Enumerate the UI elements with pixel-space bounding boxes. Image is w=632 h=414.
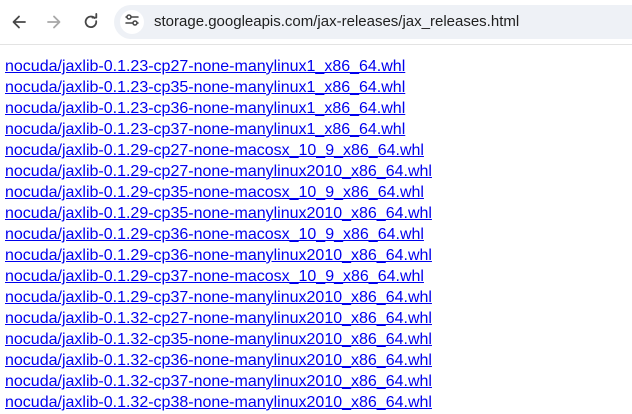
back-arrow-icon	[10, 13, 28, 31]
browser-toolbar: storage.googleapis.com/jax-releases/jax_…	[0, 0, 632, 45]
back-button[interactable]	[5, 8, 33, 36]
file-link[interactable]: nocuda/jaxlib-0.1.29-cp37-none-manylinux…	[5, 287, 632, 308]
file-link[interactable]: nocuda/jaxlib-0.1.29-cp27-none-macosx_10…	[5, 140, 632, 161]
site-info-button[interactable]	[120, 10, 144, 34]
file-link[interactable]: nocuda/jaxlib-0.1.29-cp37-none-macosx_10…	[5, 266, 632, 287]
file-link[interactable]: nocuda/jaxlib-0.1.29-cp27-none-manylinux…	[5, 161, 632, 182]
tune-icon	[124, 12, 140, 33]
file-link[interactable]: nocuda/jaxlib-0.1.23-cp37-none-manylinux…	[5, 119, 632, 140]
file-link[interactable]: nocuda/jaxlib-0.1.23-cp27-none-manylinux…	[5, 56, 632, 77]
file-link[interactable]: nocuda/jaxlib-0.1.29-cp36-none-manylinux…	[5, 245, 632, 266]
file-link[interactable]: nocuda/jaxlib-0.1.32-cp37-none-manylinux…	[5, 371, 632, 392]
file-link[interactable]: nocuda/jaxlib-0.1.32-cp38-none-manylinux…	[5, 392, 632, 413]
address-bar[interactable]: storage.googleapis.com/jax-releases/jax_…	[114, 5, 632, 39]
forward-button[interactable]	[40, 8, 68, 36]
reload-button[interactable]	[77, 8, 105, 36]
file-link[interactable]: nocuda/jaxlib-0.1.29-cp35-none-macosx_10…	[5, 182, 632, 203]
file-link[interactable]: nocuda/jaxlib-0.1.29-cp36-none-macosx_10…	[5, 224, 632, 245]
forward-arrow-icon	[45, 13, 63, 31]
file-link[interactable]: nocuda/jaxlib-0.1.32-cp27-none-manylinux…	[5, 308, 632, 329]
file-link[interactable]: nocuda/jaxlib-0.1.23-cp35-none-manylinux…	[5, 77, 632, 98]
url-text[interactable]: storage.googleapis.com/jax-releases/jax_…	[154, 5, 519, 39]
file-link[interactable]: nocuda/jaxlib-0.1.32-cp35-none-manylinux…	[5, 329, 632, 350]
file-link[interactable]: nocuda/jaxlib-0.1.29-cp35-none-manylinux…	[5, 203, 632, 224]
file-link[interactable]: nocuda/jaxlib-0.1.23-cp36-none-manylinux…	[5, 98, 632, 119]
file-listing: nocuda/jaxlib-0.1.23-cp27-none-manylinux…	[5, 56, 632, 413]
reload-icon	[82, 13, 100, 31]
file-link[interactable]: nocuda/jaxlib-0.1.32-cp36-none-manylinux…	[5, 350, 632, 371]
